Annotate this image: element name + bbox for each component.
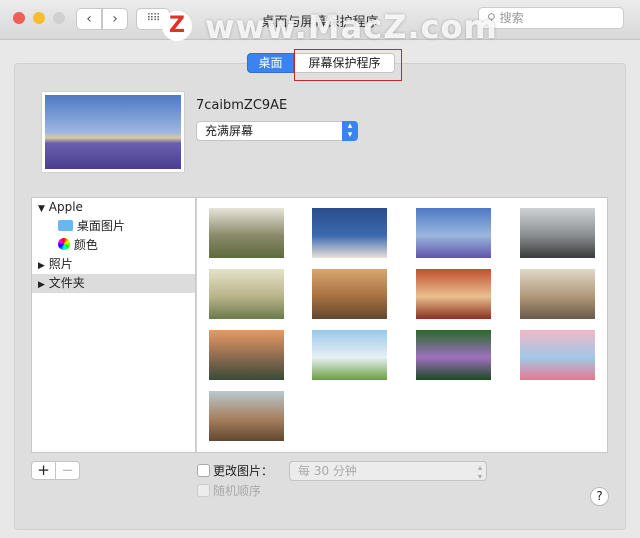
change-picture-checkbox[interactable] — [197, 464, 210, 477]
wallpaper-name: 7caibmZC9AE — [196, 98, 288, 113]
watermark-text: www.MacZ.com — [205, 8, 498, 46]
source-list: ▼ Apple 桌面图片 颜色 ▶ 照片 ▶ 文件夹 — [31, 197, 196, 453]
watermark-logo: Z — [162, 11, 192, 41]
wallpaper-thumbnail-street-buildings[interactable] — [209, 391, 284, 441]
chevron-updown-icon: ▴ ▾ — [342, 121, 358, 141]
wallpaper-thumbnail-lotus[interactable] — [416, 330, 491, 380]
help-button[interactable]: ? — [590, 487, 609, 506]
sidebar-item-desktop-pictures[interactable]: 桌面图片 — [32, 217, 195, 236]
wallpaper-grid — [196, 197, 608, 453]
sidebar-item-colors[interactable]: 颜色 — [32, 236, 195, 255]
fit-option-select[interactable]: 充满屏幕 ▴ ▾ — [196, 121, 358, 141]
sidebar-item-folders[interactable]: ▶ 文件夹 — [32, 274, 195, 293]
sidebar-item-photos[interactable]: ▶ 照片 — [32, 255, 195, 274]
highlight-box — [294, 49, 402, 81]
interval-select[interactable]: 每 30 分钟 ▴ ▾ — [289, 461, 487, 481]
wallpaper-thumbnail-flowers-room[interactable] — [209, 208, 284, 258]
disclosure-closed-icon: ▶ — [38, 280, 45, 290]
color-wheel-icon — [58, 238, 70, 250]
random-order-label: 随机顺序 — [213, 484, 262, 498]
tab-desktop[interactable]: 桌面 — [247, 53, 294, 73]
wallpaper-thumbnail-sunset-hills[interactable] — [209, 330, 284, 380]
folder-icon — [58, 220, 73, 231]
change-picture-label: 更改图片： — [213, 464, 274, 478]
wallpaper-thumbnail-child-window[interactable] — [520, 269, 595, 319]
wallpaper-thumbnail-toy-moose[interactable] — [416, 269, 491, 319]
wallpaper-thumbnail-dogs-blue[interactable] — [312, 208, 387, 258]
wallpaper-thumbnail-pink-abstract[interactable] — [520, 330, 595, 380]
random-order-checkbox[interactable] — [197, 484, 210, 497]
wallpaper-thumbnail-snowy-church[interactable] — [520, 208, 595, 258]
sidebar-item-apple[interactable]: ▼ Apple — [32, 198, 195, 217]
wallpaper-thumbnail-lavender-field[interactable] — [416, 208, 491, 258]
wallpaper-thumbnail-tower-field[interactable] — [209, 269, 284, 319]
disclosure-open-icon: ▼ — [38, 204, 45, 214]
chevron-updown-icon: ▴ ▾ — [477, 463, 482, 481]
disclosure-closed-icon: ▶ — [38, 261, 45, 271]
wallpaper-thumbnail-wind-turbines[interactable] — [312, 330, 387, 380]
search-input[interactable]: ⚲ 搜索 — [478, 7, 624, 29]
add-folder-button[interactable]: + — [31, 461, 56, 480]
remove-folder-button[interactable]: − — [55, 461, 80, 480]
current-wallpaper-preview — [42, 92, 184, 172]
wallpaper-thumbnail-camera-girl[interactable] — [312, 269, 387, 319]
